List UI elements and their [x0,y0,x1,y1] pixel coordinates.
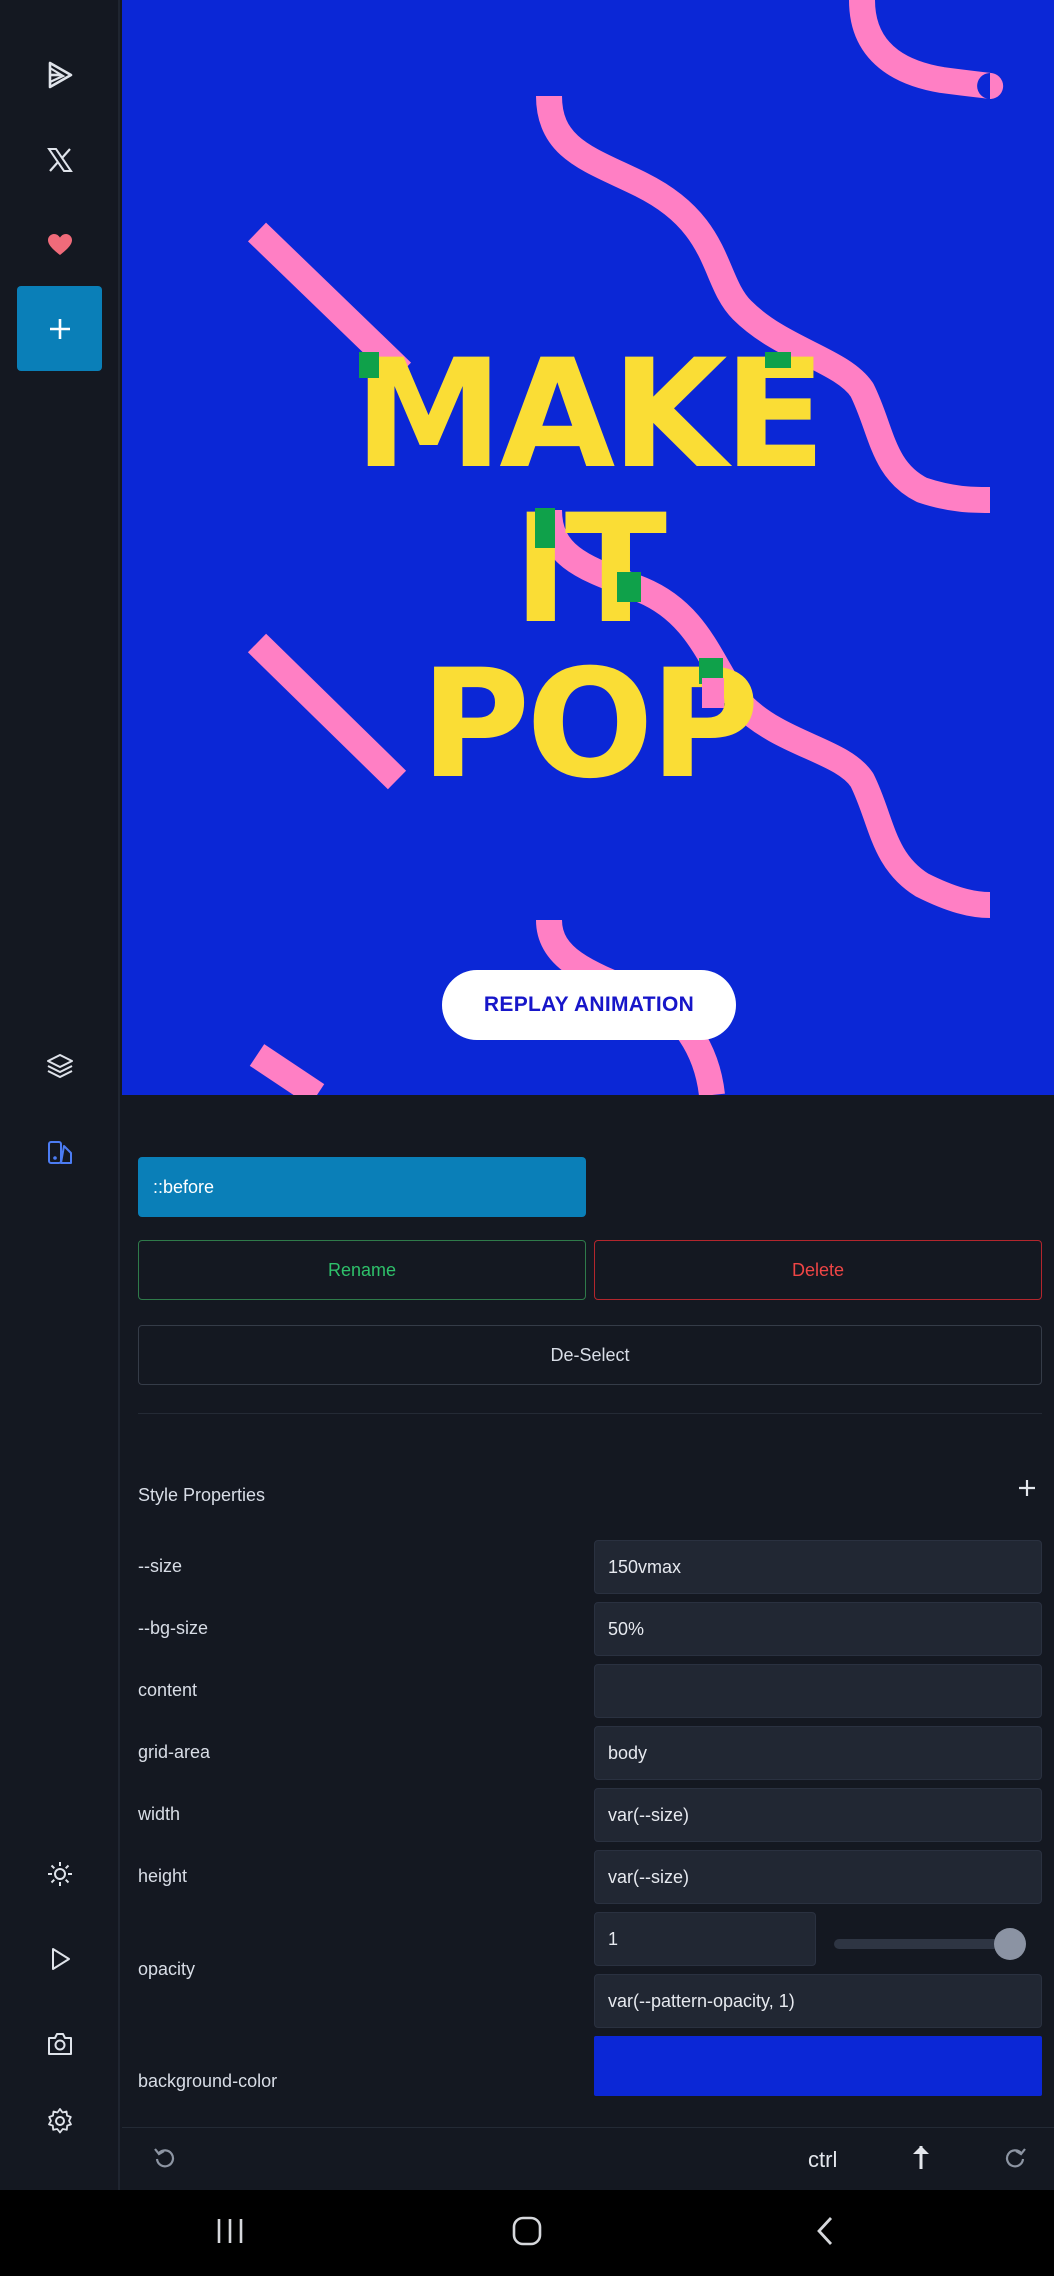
prop-name-content: content [138,1680,198,1700]
home-icon [511,2215,543,2252]
prop-name-background-color: background-color [138,2071,278,2091]
play-button[interactable] [17,1916,102,2001]
system-nav-bar [0,2190,1054,2276]
play-icon [47,1946,73,1972]
home-button[interactable] [497,2210,557,2256]
undo-icon [152,2144,178,2175]
redo-button[interactable] [998,2142,1032,2176]
bottom-toolbar: ctrl [122,2128,1054,2190]
prop-name-size: --size [138,1556,182,1576]
prop-name-opacity: opacity [138,1959,196,1979]
prop-value-bg-size[interactable]: 50% [594,1602,1042,1656]
style-editor-icon [46,1138,74,1166]
arrow-up-button[interactable] [904,2142,938,2176]
plus-icon [47,316,73,342]
plus-icon [1017,1478,1037,1503]
delete-button[interactable]: Delete [594,1240,1042,1300]
style-editor-button[interactable] [17,1109,102,1194]
theme-toggle-button[interactable] [17,1831,102,1916]
prop-value-size[interactable]: 150vmax [594,1540,1042,1594]
prop-value-content[interactable] [594,1664,1042,1718]
prop-name-grid-area: grid-area [138,1742,211,1762]
layers-button[interactable] [17,1023,102,1108]
x-logo-icon [46,146,74,174]
opacity-slider-track[interactable] [834,1939,1012,1949]
x-share-button[interactable] [17,117,102,202]
properties-panel: ::before Rename Delete De-Select Style P… [122,1097,1054,2190]
recent-apps-icon [213,2216,247,2251]
arrow-up-icon [909,2143,933,2176]
app-root: MAKE IT POP REPLAY ANIMATION ::before Re… [0,0,1054,2276]
sun-icon [46,1860,74,1888]
prop-value-grid-area[interactable]: body [594,1726,1042,1780]
prop-value-height[interactable]: var(--size) [594,1850,1042,1904]
selected-element-name[interactable]: ::before [138,1157,586,1217]
back-button[interactable] [795,2210,855,2256]
background-color-swatch[interactable] [594,2036,1042,2096]
back-icon [814,2215,836,2252]
add-element-button[interactable] [17,286,102,371]
opacity-number-input[interactable]: 1 [594,1912,816,1966]
settings-button[interactable] [17,2078,102,2163]
camera-icon [46,2031,74,2057]
gear-icon [46,2107,74,2135]
opacity-slider-thumb[interactable] [994,1928,1026,1960]
overlay-accents [359,352,791,708]
preview-canvas[interactable]: MAKE IT POP REPLAY ANIMATION [122,0,1054,1095]
left-sidebar [0,0,120,2190]
undo-button[interactable] [148,2142,182,2176]
prop-name-height: height [138,1866,188,1886]
deselect-button[interactable]: De-Select [138,1325,1042,1385]
layers-icon [46,1052,74,1080]
prop-value-width[interactable]: var(--size) [594,1788,1042,1842]
screenshot-button[interactable] [17,2001,102,2086]
opacity-expression-input[interactable]: var(--pattern-opacity, 1) [594,1974,1042,2028]
add-property-button[interactable] [1012,1475,1042,1505]
heart-icon [47,233,73,257]
rename-button[interactable]: Rename [138,1240,586,1300]
prop-name-bg-size: --bg-size [138,1618,209,1638]
recent-apps-button[interactable] [200,2210,260,2256]
like-button[interactable] [17,202,102,287]
redo-icon [1002,2144,1028,2175]
replay-animation-button[interactable]: REPLAY ANIMATION [442,970,736,1040]
codepen-play-button[interactable] [17,32,102,117]
divider [138,1413,1042,1414]
section-title: Style Properties [138,1485,266,1505]
codepen-play-icon [45,60,75,90]
prop-name-width: width [138,1804,181,1824]
ctrl-key-button[interactable]: ctrl [808,2147,837,2173]
